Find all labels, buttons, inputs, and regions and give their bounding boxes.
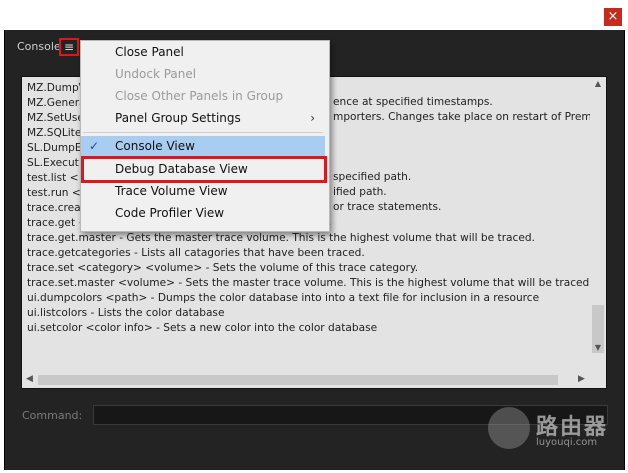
console-line-tail: ified path.: [333, 186, 387, 198]
menu-item-close-panel[interactable]: Close Panel: [81, 42, 325, 63]
window-close-button[interactable]: ×: [604, 8, 622, 26]
console-line: ui.dumpcolors <path> - Dumps the color d…: [27, 292, 540, 304]
menu-item-panel-group-settings[interactable]: Panel Group Settings ›: [81, 108, 325, 129]
menu-item-label: Panel Group Settings: [115, 111, 241, 125]
menu-item-code-profiler-view[interactable]: Code Profiler View: [81, 203, 325, 224]
menu-item-close-other-panels: Close Other Panels in Group: [81, 86, 325, 107]
menu-item-trace-volume-view[interactable]: Trace Volume View: [81, 181, 325, 202]
console-line: trace.get.master - Gets the master trace…: [27, 232, 535, 244]
menu-item-label: Undock Panel: [115, 67, 197, 81]
menu-item-undock-panel: Undock Panel: [81, 64, 325, 85]
scroll-right-icon[interactable]: ▶: [578, 374, 585, 384]
checkmark-icon: ✓: [89, 139, 100, 153]
menu-item-label: Close Panel: [115, 45, 184, 59]
vertical-scrollbar[interactable]: ▲ ▼: [590, 77, 606, 357]
console-line-tail: ence at specified timestamps.: [333, 96, 493, 108]
horizontal-scroll-thumb[interactable]: [38, 375, 558, 385]
console-line: trace.getcategories - Lists all catagori…: [27, 247, 365, 259]
command-label: Command:: [22, 409, 83, 422]
menu-item-console-view[interactable]: ✓ Console View: [81, 136, 325, 157]
router-logo-icon: [488, 407, 530, 449]
console-line: ui.setcolor <color info> - Sets a new co…: [27, 322, 378, 334]
scroll-left-icon[interactable]: ◀: [26, 374, 33, 384]
annotation-highlight-box: [81, 156, 327, 183]
console-line-tail: mporters. Changes take place on restart …: [333, 111, 607, 123]
console-line: ui.listcolors - Lists the color database: [27, 307, 225, 319]
panel-title: Console: [17, 40, 61, 53]
title-bar: ×: [0, 0, 628, 30]
menu-item-label: Trace Volume View: [115, 184, 228, 198]
scroll-up-icon[interactable]: ▲: [593, 79, 603, 89]
scroll-down-icon[interactable]: ▼: [593, 343, 603, 353]
menu-item-label: Close Other Panels in Group: [115, 89, 284, 103]
console-line-tail: specified path.: [333, 171, 412, 183]
chevron-right-icon: ›: [310, 111, 315, 125]
panel-menu-dropdown: Close Panel Undock Panel Close Other Pan…: [80, 40, 330, 232]
horizontal-scrollbar[interactable]: ◀ ▶: [22, 372, 592, 388]
watermark: 路由器 luyouqi.com: [488, 407, 618, 457]
console-line-tail: or trace statements.: [333, 201, 442, 213]
hamburger-icon: ≡: [63, 40, 75, 54]
panel-menu-button[interactable]: ≡: [59, 38, 79, 56]
watermark-url: luyouqi.com: [536, 437, 598, 448]
menu-item-label: Console View: [115, 139, 195, 153]
menu-item-label: Code Profiler View: [115, 206, 225, 220]
console-line: trace.set.master <volume> - Sets the mas…: [27, 277, 593, 289]
menu-separator: [83, 132, 323, 133]
console-line: trace.set <category> <volume> - Sets the…: [27, 262, 419, 274]
